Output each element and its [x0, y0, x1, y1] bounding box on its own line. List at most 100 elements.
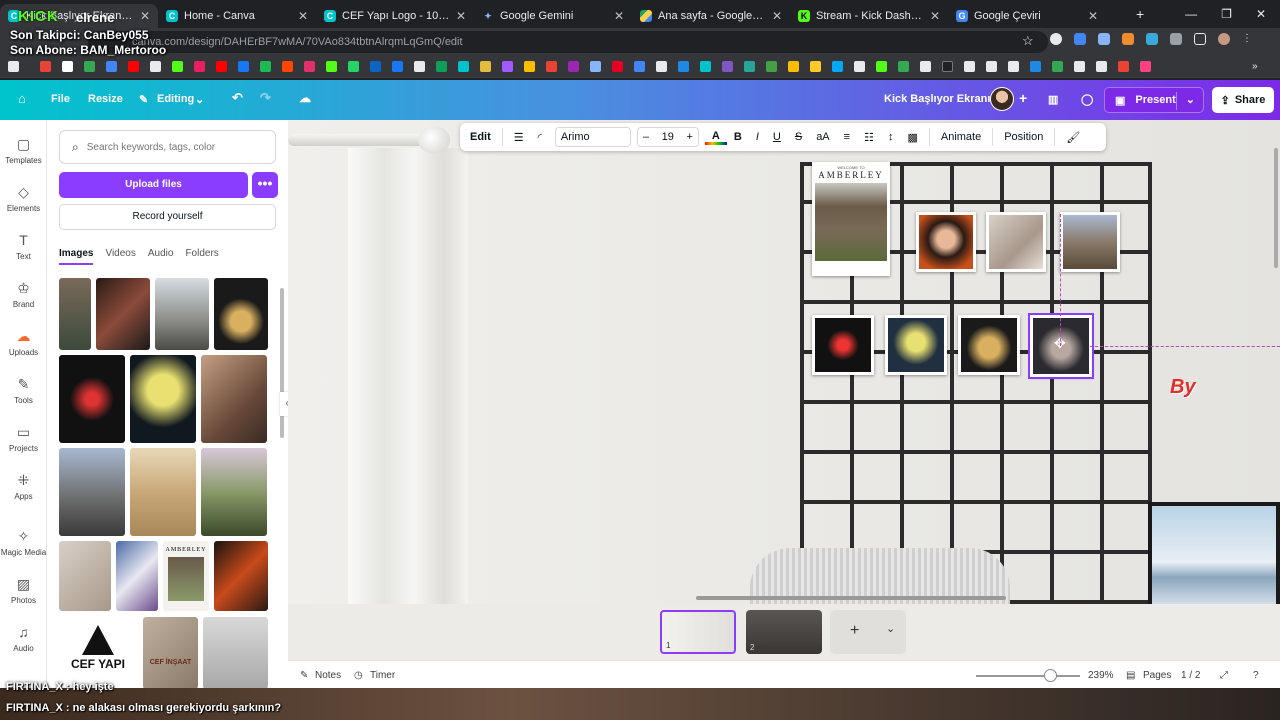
bookmark-icon[interactable] — [370, 61, 381, 72]
upload-thumbnail[interactable] — [59, 448, 125, 536]
canvas-photo-selected[interactable]: ✥ — [1028, 313, 1094, 379]
rail-uploads[interactable]: ☁ Uploads — [0, 328, 47, 357]
font-size-stepper[interactable]: – 19 + — [636, 127, 699, 147]
bookmark-icon[interactable] — [414, 61, 425, 72]
canvas-photo-church[interactable] — [1060, 212, 1120, 272]
rail-templates[interactable]: ▢ Templates — [0, 136, 47, 165]
bookmark-icon[interactable] — [436, 61, 447, 72]
bookmark-icon[interactable] — [1074, 61, 1085, 72]
animate-button[interactable]: Animate — [934, 131, 988, 143]
page-thumbnail-2[interactable]: 2 — [746, 610, 822, 654]
canvas-photo-selfie[interactable] — [916, 212, 976, 272]
bookmark-icon[interactable] — [722, 61, 733, 72]
bookmark-icon[interactable] — [1140, 61, 1151, 72]
upload-thumbnail[interactable] — [203, 617, 268, 688]
tab-folders[interactable]: Folders — [185, 248, 218, 265]
present-button[interactable]: ▣ Present ⌄ — [1104, 87, 1204, 113]
resize-menu[interactable]: Resize — [88, 93, 123, 105]
bookmark-icon[interactable] — [282, 61, 293, 72]
rail-projects[interactable]: ▭ Projects — [0, 424, 47, 453]
rail-apps[interactable]: ⁜ Apps — [0, 472, 47, 501]
extension-icon[interactable] — [1098, 33, 1110, 45]
close-tab-icon[interactable]: ✕ — [772, 9, 782, 23]
bookmark-icon[interactable] — [304, 61, 315, 72]
bookmark-icon[interactable] — [1052, 61, 1063, 72]
apps-grid-icon[interactable] — [8, 61, 19, 72]
avatar[interactable] — [990, 87, 1014, 111]
bookmark-icon[interactable] — [1008, 61, 1019, 72]
bookmark-icon[interactable] — [326, 61, 337, 72]
close-tab-icon[interactable]: ✕ — [930, 9, 940, 23]
tab-cef-logo[interactable]: C CEF Yapı Logo - 1000 × 1000px ✕ — [316, 4, 474, 28]
design-title[interactable]: Kick Başlıyor Ekranı — [884, 93, 990, 105]
bookmark-icon[interactable] — [62, 61, 73, 72]
bookmark-icon[interactable] — [1030, 61, 1041, 72]
editing-mode-dropdown[interactable]: Editing — [157, 93, 194, 105]
upload-thumbnail[interactable] — [201, 355, 267, 443]
upload-files-button[interactable]: Upload files — [59, 172, 248, 198]
upload-thumbnail[interactable] — [214, 541, 268, 611]
upload-thumbnail-cef-insaat[interactable]: CEF İNŞAAT — [143, 617, 198, 688]
rail-tools[interactable]: ✎ Tools — [0, 376, 47, 405]
rail-magic-media[interactable]: ✧ Magic Media — [0, 528, 47, 557]
increase-size-button[interactable]: + — [686, 131, 692, 143]
bookmark-icon[interactable] — [1118, 61, 1129, 72]
rail-audio[interactable]: ♫ Audio — [0, 624, 47, 653]
text-color-icon[interactable]: A — [704, 129, 727, 145]
bookmark-icon[interactable] — [1096, 61, 1107, 72]
font-size-value[interactable]: 19 — [662, 131, 674, 143]
new-tab-icon[interactable]: + — [1136, 6, 1144, 22]
bookmark-icon[interactable] — [84, 61, 95, 72]
add-collaborator-icon[interactable]: + — [1019, 90, 1027, 106]
tab-google-translate[interactable]: G Google Çeviri ✕ — [948, 4, 1106, 28]
extension-icon[interactable] — [1146, 33, 1158, 45]
share-button[interactable]: ⇪ Share — [1212, 87, 1274, 113]
tab-drive[interactable]: Ana sayfa - Google Drive ✕ — [632, 4, 790, 28]
bookmark-icon[interactable] — [590, 61, 601, 72]
curve-icon[interactable]: ◜ — [531, 131, 549, 144]
bookmark-icon[interactable] — [634, 61, 645, 72]
search-input[interactable] — [86, 141, 257, 153]
extension-icon[interactable] — [1122, 33, 1134, 45]
menu-kebab-icon[interactable]: ⋮ — [1242, 33, 1254, 45]
close-window-icon[interactable]: ✕ — [1256, 7, 1266, 21]
bookmark-icon[interactable] — [238, 61, 249, 72]
line-style-icon[interactable]: ☰ — [507, 131, 531, 144]
canvas-photo-neon-sign[interactable] — [812, 315, 874, 375]
sticker-text[interactable]: By — [1170, 376, 1196, 399]
record-yourself-button[interactable]: Record yourself — [59, 204, 276, 230]
home-icon[interactable]: ⌂ — [18, 91, 26, 106]
undo-icon[interactable]: ↶ — [232, 90, 243, 106]
position-button[interactable]: Position — [997, 131, 1050, 143]
search-box[interactable]: ⌕ — [59, 130, 276, 164]
amberley-postcard[interactable]: WELCOME TO AMBERLEY — [812, 162, 890, 276]
download-icon[interactable] — [1194, 33, 1206, 45]
redo-icon[interactable]: ↷ — [260, 90, 271, 106]
zoom-level[interactable]: 239% — [1088, 670, 1114, 681]
notes-button[interactable]: Notes — [315, 670, 341, 681]
bookmark-icon[interactable] — [656, 61, 667, 72]
rail-brand[interactable]: ♔ Brand — [0, 280, 47, 309]
bookmark-icon[interactable] — [106, 61, 117, 72]
transparency-icon[interactable]: ▩ — [900, 131, 924, 144]
spacing-icon[interactable]: ↕ — [881, 131, 901, 143]
bookmark-icon[interactable] — [150, 61, 161, 72]
comments-icon[interactable]: ◯ — [1081, 93, 1093, 106]
upload-thumbnail-amberley[interactable]: AMBERLEY — [163, 541, 209, 611]
rail-elements[interactable]: ◇ Elements — [0, 184, 47, 213]
chevron-down-icon[interactable]: ⌄ — [886, 622, 895, 635]
upload-thumbnail[interactable] — [116, 541, 158, 611]
bookmarks-overflow-icon[interactable]: » — [1252, 61, 1263, 72]
minimize-icon[interactable]: — — [1185, 7, 1197, 21]
upload-thumbnail[interactable] — [130, 355, 196, 443]
tab-images[interactable]: Images — [59, 248, 94, 265]
close-tab-icon[interactable]: ✕ — [1088, 9, 1098, 23]
add-page-button[interactable]: + ⌄ — [830, 610, 906, 654]
help-icon[interactable]: ? — [1253, 670, 1259, 681]
upload-thumbnail-cef-logo[interactable]: CEF YAPI — [59, 617, 137, 688]
canvas-horizontal-scrollbar[interactable] — [696, 596, 1006, 600]
bookmark-icon[interactable] — [678, 61, 689, 72]
bookmark-icon[interactable] — [172, 61, 183, 72]
more-options-button[interactable]: ••• — [252, 172, 278, 198]
url-field[interactable]: canva.com/design/DAHErBF7wMA/70VAo834tbt… — [88, 31, 1048, 53]
